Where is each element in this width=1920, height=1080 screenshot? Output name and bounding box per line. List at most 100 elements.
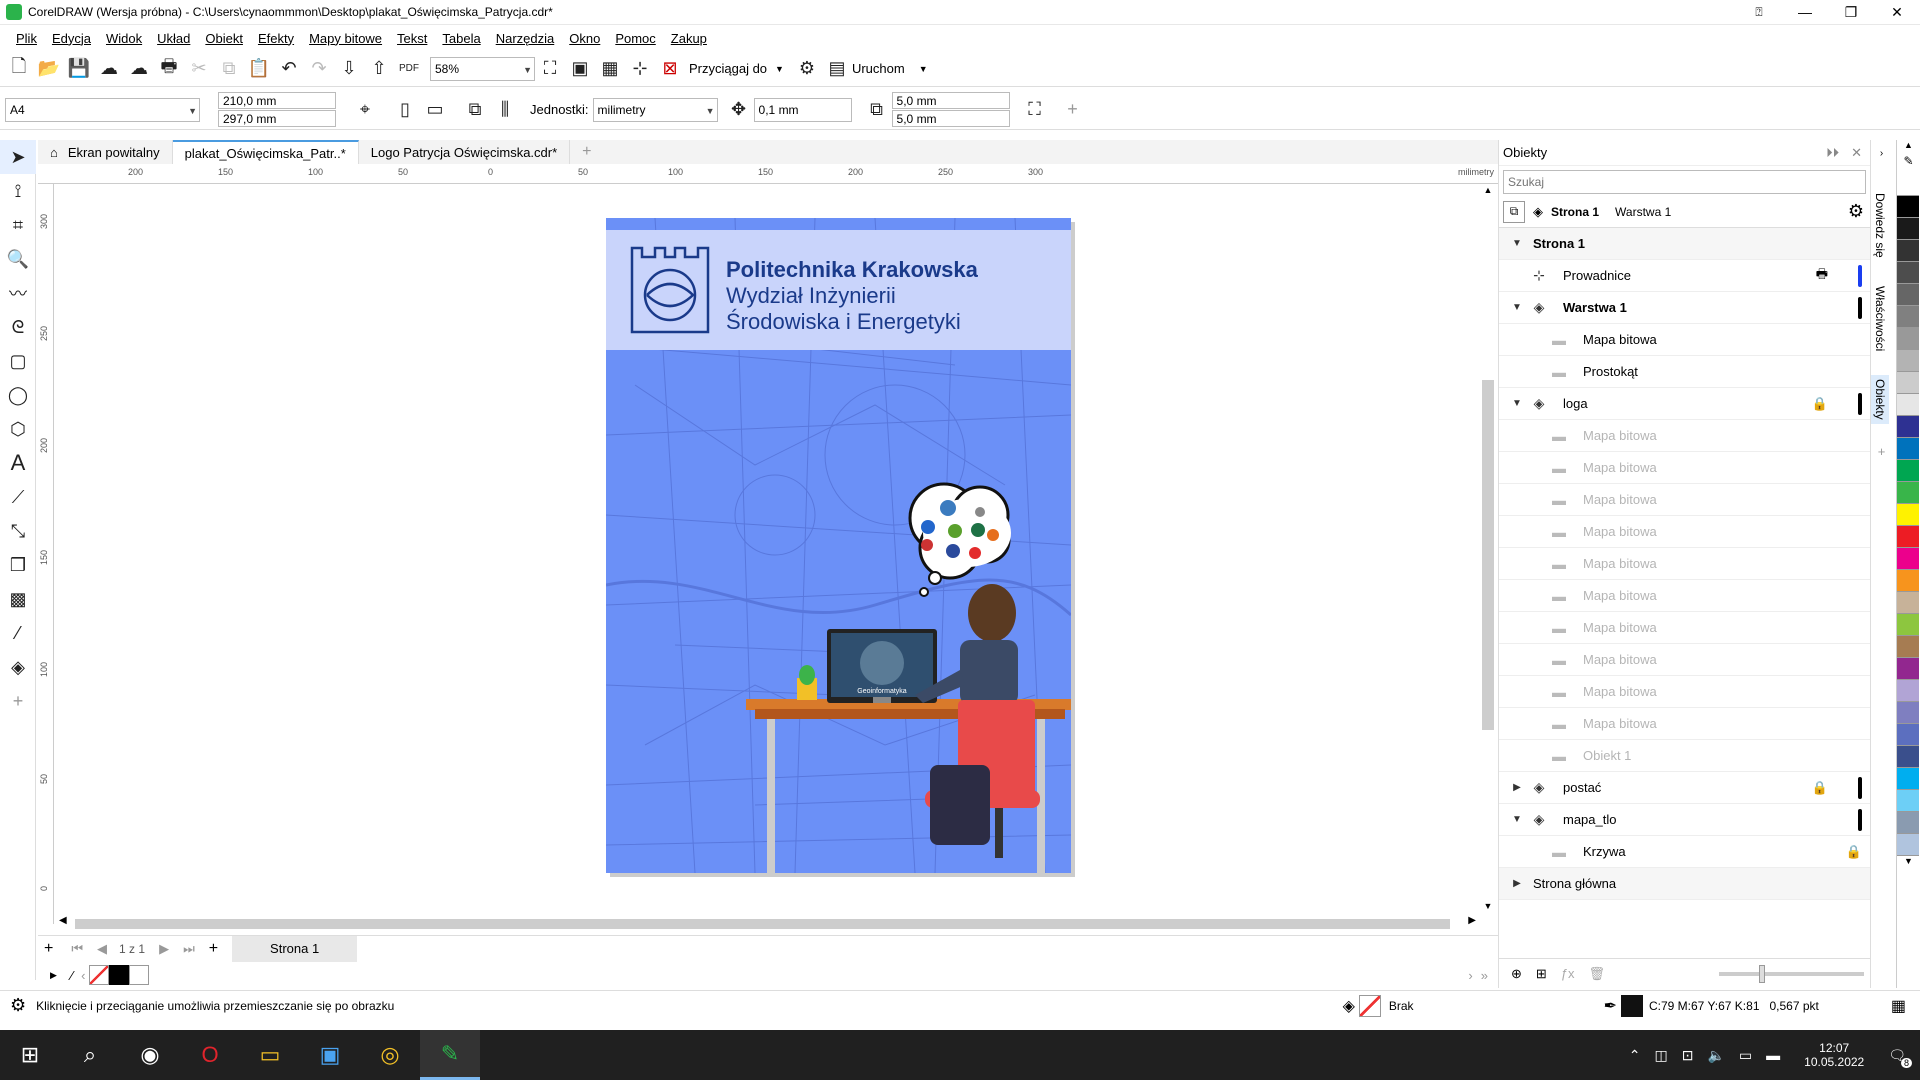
import-icon[interactable]: ⇩ (334, 54, 364, 84)
expand-down-icon[interactable]: ▼ (1507, 814, 1527, 825)
paste-icon[interactable]: 📋 (244, 54, 274, 84)
zoom-level-field[interactable]: 58% ▼ (430, 56, 535, 81)
black-swatch[interactable] (109, 965, 130, 985)
copy-icon[interactable]: ⧉ (214, 54, 244, 84)
clock[interactable]: 12:07 10.05.2022 (1804, 1041, 1864, 1069)
vertical-scrollbar[interactable]: ▲ ▼ (1478, 185, 1498, 913)
color-swatch[interactable] (1897, 504, 1919, 526)
color-swatch[interactable] (1897, 592, 1919, 614)
eyedropper-icon[interactable]: ⁄ (71, 968, 73, 983)
color-proof-icon[interactable]: ▦ (1891, 996, 1906, 1016)
pdf-icon[interactable]: PDF (394, 54, 424, 84)
scroll-left-icon[interactable]: ◀ (59, 915, 67, 926)
palette-expand-icon[interactable]: » (1481, 968, 1488, 983)
fx-icon[interactable]: ƒx (1561, 966, 1575, 981)
menu-okno[interactable]: Okno (565, 31, 611, 46)
menu-pomoc[interactable]: Pomoc (611, 31, 666, 46)
next-page-icon[interactable]: ▶ (159, 941, 169, 957)
text-tool-icon[interactable]: A (0, 446, 36, 480)
color-swatch[interactable] (1897, 746, 1919, 768)
color-swatch[interactable] (1897, 262, 1919, 284)
prev-page-icon[interactable]: ◀ (97, 941, 107, 957)
landscape-icon[interactable]: ▭ (420, 95, 450, 125)
webcam-icon[interactable]: ◫ (1655, 1047, 1668, 1064)
horizontal-ruler[interactable]: 200 150 100 50 0 50 100 150 200 250 300 milimetry (38, 166, 1498, 184)
color-swatch[interactable] (1897, 350, 1919, 372)
page-tab-strona-1[interactable]: Strona 1 (232, 935, 358, 962)
printer-icon[interactable]: 🖶 (1816, 265, 1828, 287)
menu-plik[interactable]: Plik (12, 31, 48, 46)
docker-settings-icon[interactable]: ⚙ (1848, 201, 1864, 222)
duplicate-y-field[interactable]: 5,0 mm (891, 110, 1010, 127)
color-swatch[interactable] (1897, 570, 1919, 592)
color-swatch[interactable] (1897, 658, 1919, 680)
ellipse-tool-icon[interactable]: ◯ (0, 378, 36, 412)
color-swatch[interactable] (1897, 680, 1919, 702)
dock-expand-icon[interactable]: › (1871, 148, 1892, 159)
color-swatch[interactable] (1897, 328, 1919, 350)
palette-pen-icon[interactable]: ✎ (1897, 154, 1920, 174)
color-swatch[interactable] (1897, 724, 1919, 746)
crumb-layer[interactable]: Warstwa 1 (1615, 205, 1671, 219)
battery-icon[interactable]: ▬ (1766, 1047, 1780, 1063)
no-fill-swatch[interactable] (89, 965, 110, 985)
snap-to-dropdown[interactable]: Przyciągaj do (689, 61, 767, 76)
color-swatch[interactable] (1897, 240, 1919, 262)
docker-collapse-icon[interactable]: ⏵⏵ (1826, 145, 1839, 161)
full-screen-icon[interactable]: ▣ (565, 54, 595, 84)
display-icon[interactable]: ▭ (1739, 1047, 1752, 1064)
view-options-icon[interactable]: ⧉ (1503, 200, 1525, 223)
chevron-down-icon[interactable]: ▼ (775, 64, 784, 74)
search-icon[interactable]: ⌕ (60, 1030, 120, 1080)
drawing-canvas[interactable]: Politechnika Krakowska Wydział Inżynieri… (55, 185, 1480, 913)
menu-widok[interactable]: Widok (102, 31, 153, 46)
add-icon[interactable]: + (1058, 95, 1088, 125)
tree-row[interactable]: ▼ Strona 1 (1499, 228, 1870, 260)
chevron-up-icon[interactable]: ⌃ (1629, 1047, 1641, 1064)
shape-tool-icon[interactable]: ⟟ (0, 174, 36, 208)
tree-row[interactable]: ▬ Obiekt 1 (1499, 740, 1870, 772)
chevron-down-icon[interactable]: ▼ (919, 64, 928, 74)
options-gear-icon[interactable]: ⚙ (792, 54, 822, 84)
docker-close-icon[interactable]: ✕ (1851, 145, 1862, 161)
outline-color-swatch[interactable] (1620, 994, 1643, 1017)
new-document-icon[interactable]: 🗋 (4, 54, 34, 84)
add-page-after-icon[interactable]: + (209, 940, 218, 958)
color-swatch[interactable] (1897, 394, 1919, 416)
tree-row[interactable]: ▬ Mapa bitowa (1499, 676, 1870, 708)
drop-shadow-icon[interactable]: ❒ (0, 548, 36, 582)
help-icon[interactable]: ⍰ (1736, 0, 1782, 25)
polygon-tool-icon[interactable]: ⬡ (0, 412, 36, 446)
connector-tool-icon[interactable]: ⤡ (0, 514, 36, 548)
tab-logo[interactable]: Logo Patrycja Oświęcimska.cdr* (359, 140, 571, 164)
expand-down-icon[interactable]: ▼ (1507, 238, 1527, 249)
scroll-up-icon[interactable]: ▲ (1478, 185, 1498, 195)
page-height-field[interactable]: 297,0 mm (218, 110, 336, 127)
tree-row[interactable]: ▶ ◈ postać 🔒 (1499, 772, 1870, 804)
undo-icon[interactable]: ↶ (274, 54, 304, 84)
interactive-fill-icon[interactable]: ◈ (0, 650, 36, 684)
chrome-icon[interactable]: ◎ (360, 1030, 420, 1080)
duplicate-x-field[interactable]: 5,0 mm (891, 92, 1010, 109)
color-swatch[interactable] (1897, 702, 1919, 724)
color-swatch[interactable] (1897, 460, 1919, 482)
page-size-select[interactable]: A4 ▼ (5, 97, 200, 122)
all-pages-icon[interactable]: ⌖ (350, 95, 380, 125)
photos-icon[interactable]: ▣ (300, 1030, 360, 1080)
page-width-field[interactable]: 210,0 mm (218, 92, 336, 109)
maximize-button[interactable]: ❐ (1828, 0, 1874, 25)
dock-tab-properties[interactable]: Właściwości (1871, 282, 1889, 355)
minimize-button[interactable]: — (1782, 0, 1828, 25)
horizontal-scrollbar[interactable]: ◀ ▶ (55, 913, 1480, 933)
fill-none-swatch[interactable] (1358, 994, 1381, 1017)
expand-down-icon[interactable]: ▼ (1507, 398, 1527, 409)
color-swatch[interactable] (1897, 372, 1919, 394)
close-button[interactable]: ✕ (1874, 0, 1920, 25)
color-swatch[interactable] (1897, 526, 1919, 548)
tree-row[interactable]: ▬ Mapa bitowa (1499, 324, 1870, 356)
guides-icon[interactable]: ⊹ (625, 54, 655, 84)
tree-row[interactable]: ▼ ◈ Warstwa 1 (1499, 292, 1870, 324)
print-icon[interactable]: 🖶 (154, 54, 184, 84)
tree-row[interactable]: ▬ Prostokąt (1499, 356, 1870, 388)
lock-icon[interactable]: 🔒 (1812, 780, 1828, 796)
